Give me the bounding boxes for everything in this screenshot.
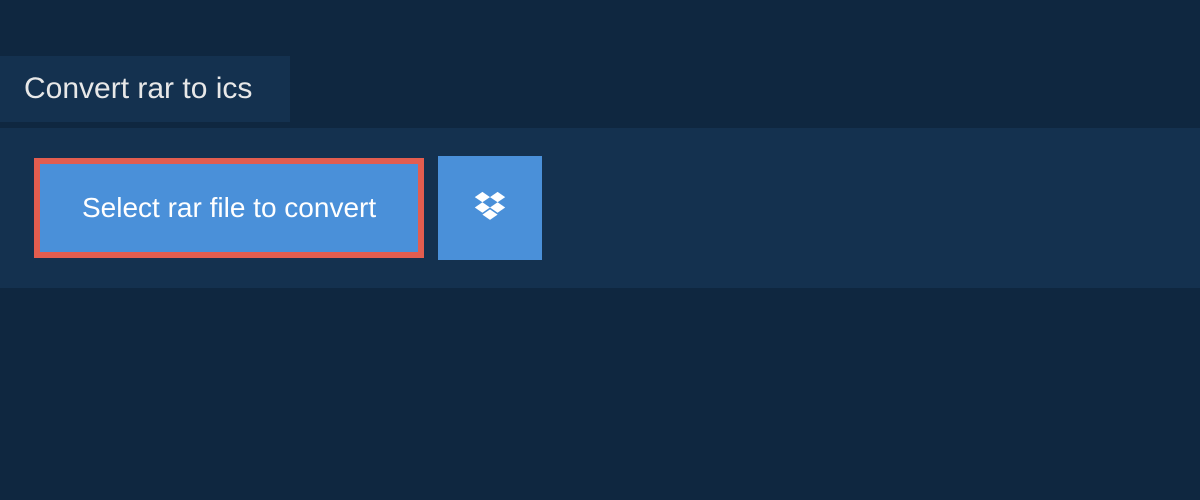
upload-panel: Select rar file to convert [0,128,1200,288]
tab-title: Convert rar to ics [24,72,252,105]
select-file-button-label: Select rar file to convert [82,192,376,224]
dropbox-button[interactable] [438,156,542,260]
page-container: Convert rar to ics Select rar file to co… [0,0,1200,500]
tab-header[interactable]: Convert rar to ics [0,56,290,122]
dropbox-icon [471,189,509,227]
select-file-button[interactable]: Select rar file to convert [34,158,424,258]
